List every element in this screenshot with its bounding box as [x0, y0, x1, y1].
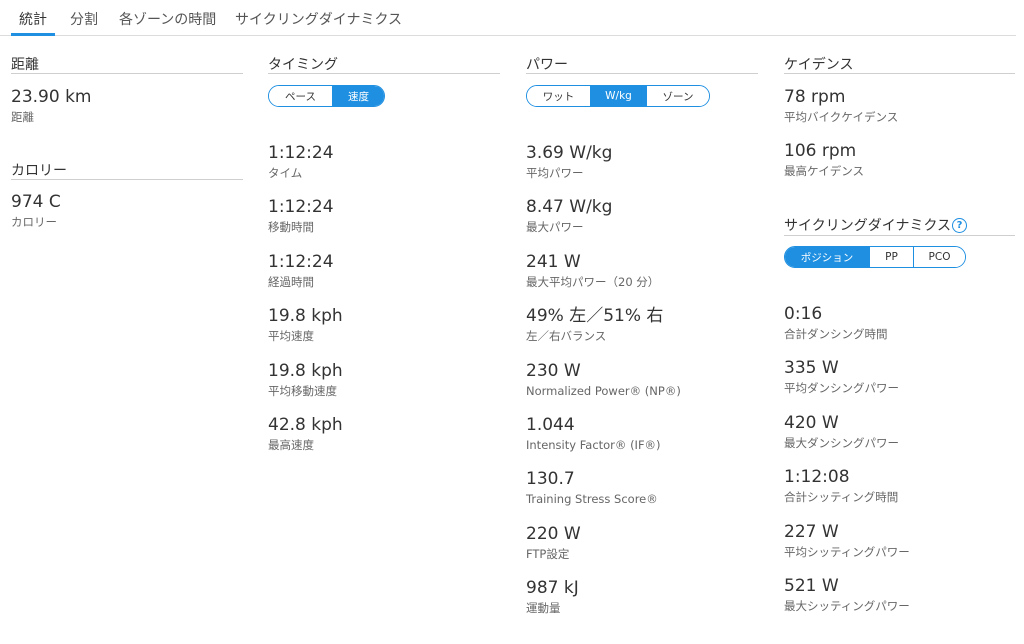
timing-stat-value: 1:12:24 [268, 143, 334, 163]
dynamics-stat-label: 合計ダンシング時間 [784, 327, 888, 341]
distance-label: 距離 [11, 110, 34, 124]
power-stat-label: 運動量 [526, 601, 561, 616]
timing-stat-label: 移動時間 [268, 220, 314, 235]
tab-time-in-zones[interactable]: 各ゾーンの時間 [119, 9, 216, 36]
power-stat-value: 3.69 W/kg [526, 143, 613, 163]
dynamics-stat-label: 最大シッティングパワー [784, 599, 910, 613]
pp-toggle-button[interactable]: PP [870, 247, 914, 267]
dynamics-stat-label: 最大ダンシングパワー [784, 435, 899, 450]
pace-toggle-button[interactable]: ペース [269, 86, 333, 106]
wkg-toggle-button[interactable]: W/kg [591, 86, 647, 106]
power-stat-label: Normalized Power® (NP®) [526, 383, 681, 398]
zones-toggle-button[interactable]: ゾーン [647, 86, 709, 106]
dynamics-toggle: ポジション PP PCO [784, 246, 966, 268]
power-stat-value: 230 W [526, 360, 581, 381]
calories-value: 974 C [11, 192, 61, 212]
power-toggle: ワット W/kg ゾーン [526, 85, 710, 107]
timing-toggle: ペース 速度 [268, 85, 385, 107]
calories-heading: カロリー [11, 163, 67, 179]
power-stat-label: FTP設定 [526, 546, 570, 561]
distance-heading: 距離 [11, 57, 39, 73]
power-stat-value: 987 kJ [526, 578, 579, 599]
cadence-stat-value: 78 rpm [784, 87, 846, 107]
cadence-divider [784, 73, 1015, 74]
pco-toggle-button[interactable]: PCO [914, 247, 965, 267]
timing-stat-label: 最高速度 [268, 438, 314, 452]
power-stat-value: 8.47 W/kg [526, 197, 613, 218]
timing-stat-value: 1:12:24 [268, 197, 334, 218]
timing-stat-value: 19.8 kph [268, 360, 343, 381]
cadence-stat-label: 平均バイクケイデンス [784, 110, 899, 124]
watts-toggle-button[interactable]: ワット [527, 86, 591, 106]
timing-stat-label: 平均速度 [268, 329, 314, 344]
dynamics-stat-label: 合計シッティング時間 [784, 490, 899, 505]
dynamics-stat-value: 420 W [784, 412, 839, 433]
speed-toggle-button[interactable]: 速度 [333, 86, 384, 106]
timing-stat-value: 42.8 kph [268, 415, 343, 435]
position-toggle-button[interactable]: ポジション [785, 247, 870, 267]
power-heading: パワー [526, 57, 568, 73]
dynamics-stat-value: 521 W [784, 576, 839, 596]
timing-stat-value: 1:12:24 [268, 251, 334, 272]
tab-bar: 統計 分割 各ゾーンの時間 サイクリングダイナミクス [0, 0, 1016, 36]
timing-stat-label: 経過時間 [268, 274, 314, 289]
power-stat-value: 130.7 [526, 469, 575, 490]
power-stat-value: 241 W [526, 251, 581, 272]
dynamics-stat-label: 平均ダンシングパワー [784, 381, 899, 396]
power-divider [526, 73, 758, 74]
power-stat-label: Intensity Factor® (IF®) [526, 438, 661, 452]
power-stat-label: 左／右バランス [526, 329, 607, 344]
dynamics-heading: サイクリングダイナミクス [784, 218, 952, 234]
dynamics-stat-value: 335 W [784, 358, 839, 379]
question-circle-icon[interactable]: ? [952, 218, 967, 233]
power-stat-label: 最大平均パワー（20 分） [526, 274, 660, 289]
timing-stat-label: 平均移動速度 [268, 383, 337, 398]
calories-label: カロリー [11, 215, 57, 229]
tab-splits[interactable]: 分割 [70, 9, 98, 36]
distance-value: 23.90 km [11, 87, 92, 107]
timing-divider [268, 73, 500, 74]
tab-stats[interactable]: 統計 [11, 9, 55, 36]
timing-stat-value: 19.8 kph [268, 306, 343, 327]
dynamics-stat-value: 227 W [784, 521, 839, 542]
tab-stats-label: 統計 [19, 12, 47, 28]
dynamics-stat-label: 平均シッティングパワー [784, 544, 910, 559]
power-stat-label: 最大パワー [526, 220, 584, 235]
timing-heading: タイミング [268, 57, 338, 73]
dynamics-stat-value: 1:12:08 [784, 467, 850, 488]
power-stat-value: 220 W [526, 523, 581, 544]
cadence-stat-value: 106 rpm [784, 141, 857, 161]
tab-cycling-dynamics[interactable]: サイクリングダイナミクス [235, 9, 402, 36]
cadence-stat-label: 最高ケイデンス [784, 164, 865, 178]
power-stat-value: 1.044 [526, 415, 575, 435]
distance-divider [11, 73, 243, 74]
power-stat-label: Training Stress Score® [526, 492, 658, 507]
calories-divider [11, 179, 243, 180]
cadence-heading: ケイデンス [784, 57, 854, 73]
power-stat-label: 平均パワー [526, 166, 584, 180]
dynamics-divider [784, 235, 1015, 236]
timing-stat-label: タイム [268, 166, 303, 180]
power-stat-value: 49% 左／51% 右 [526, 306, 664, 327]
dynamics-stat-value: 0:16 [784, 304, 823, 324]
